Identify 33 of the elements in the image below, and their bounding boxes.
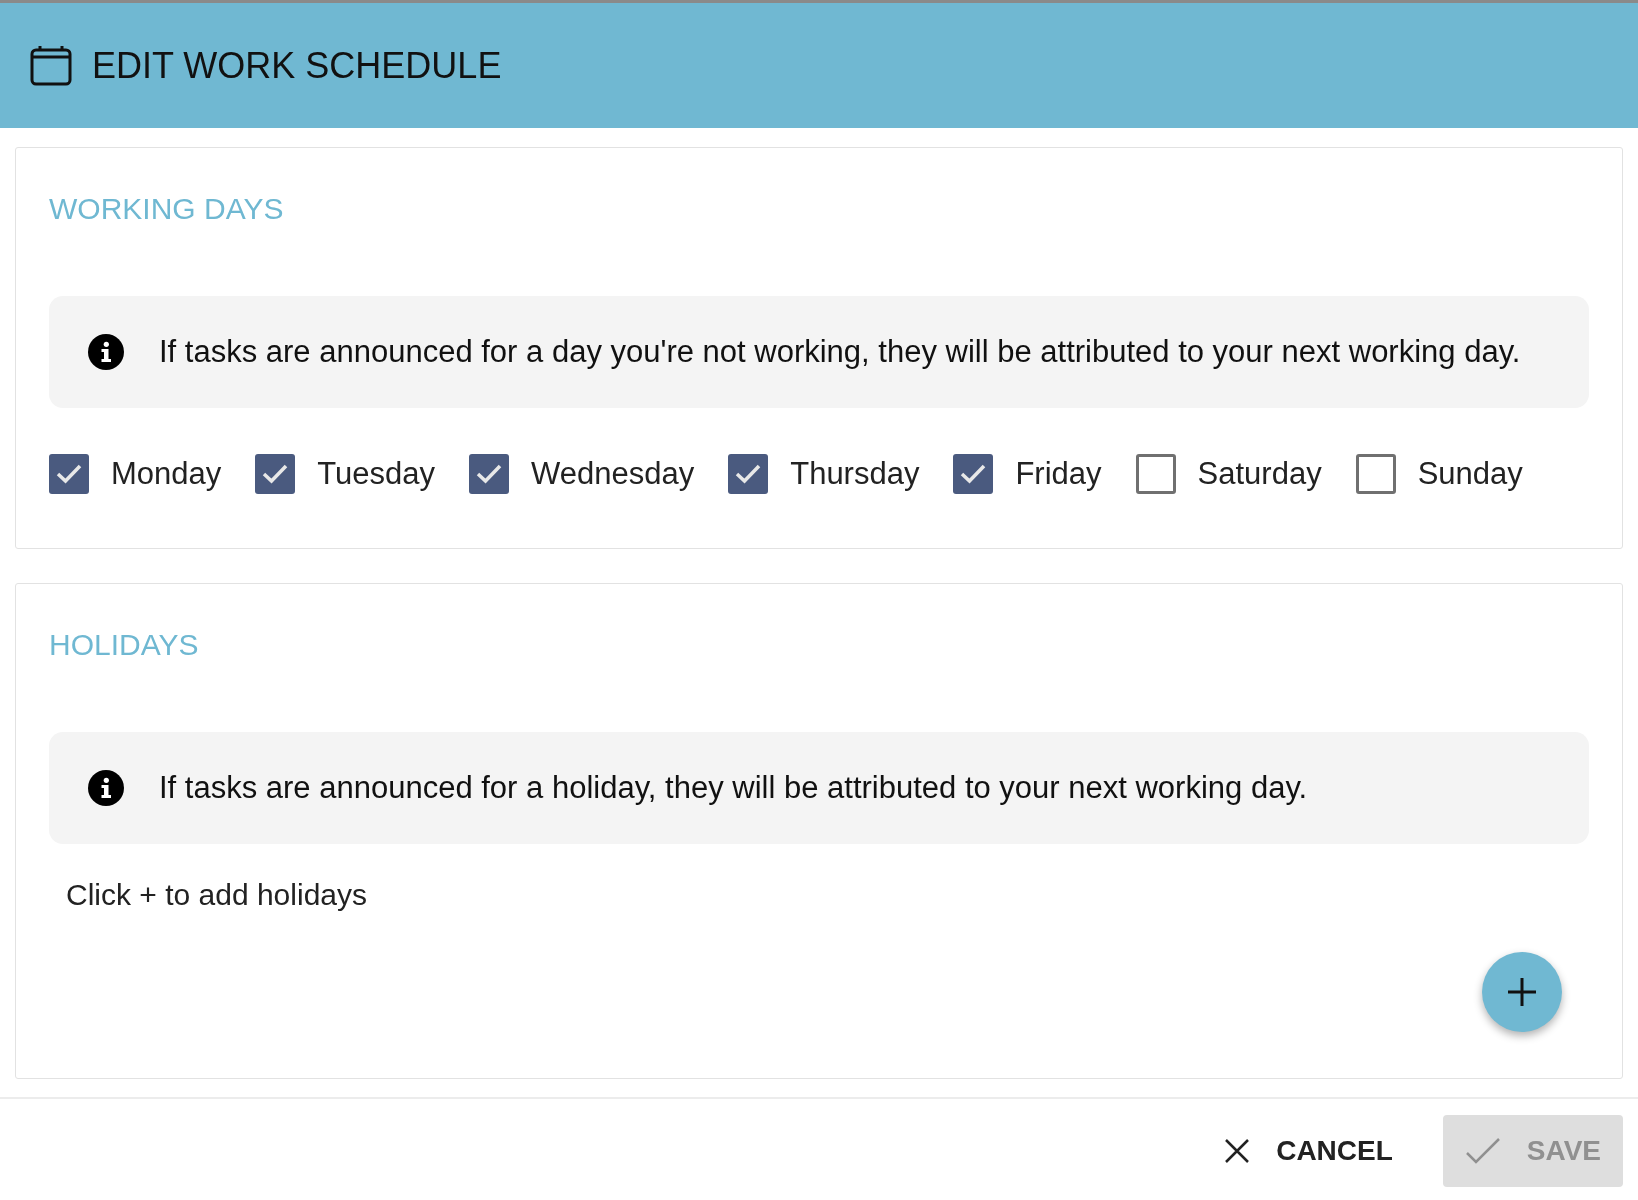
section-heading: HOLIDAYS [49,628,199,662]
info-text: If tasks are announced for a holiday, they will be attributed to your next working day. [159,770,1308,806]
day-label: Thursday [790,456,920,492]
checkbox[interactable] [1355,454,1396,494]
info-text: If tasks are announced for a day you're not working, they will be attributed to your next working day. [159,334,1521,370]
dialog-title: EDIT WORK SCHEDULE [92,44,502,87]
info-icon [87,769,125,807]
close-icon [1224,1138,1251,1164]
checkbox[interactable] [953,454,994,494]
add-button[interactable] [1482,952,1562,1032]
check-icon [959,463,988,485]
check-icon [475,463,504,485]
day-label: Monday [111,456,222,492]
check-icon [261,463,290,485]
day-label: Sunday [1417,456,1523,492]
check-icon [55,463,83,485]
checkbox[interactable] [1135,454,1176,494]
checkbox[interactable] [728,454,769,494]
day-label: Saturday [1197,456,1322,492]
day-label: Wednesday [531,456,695,492]
check-icon [734,463,763,485]
plus-icon [1506,976,1538,1008]
section-heading: WORKING DAYS [49,192,284,226]
cancel-button[interactable]: CANCEL [1202,1115,1415,1187]
empty-hint: Click + to add holidays [66,878,367,912]
check-icon [1464,1137,1501,1165]
info-icon [87,333,125,371]
checkbox[interactable] [255,454,296,494]
day-label: Tuesday [317,456,436,492]
calendar-icon [30,45,72,86]
checkbox[interactable] [49,454,89,494]
day-label: Friday [1015,456,1102,492]
checkbox[interactable] [469,454,510,494]
